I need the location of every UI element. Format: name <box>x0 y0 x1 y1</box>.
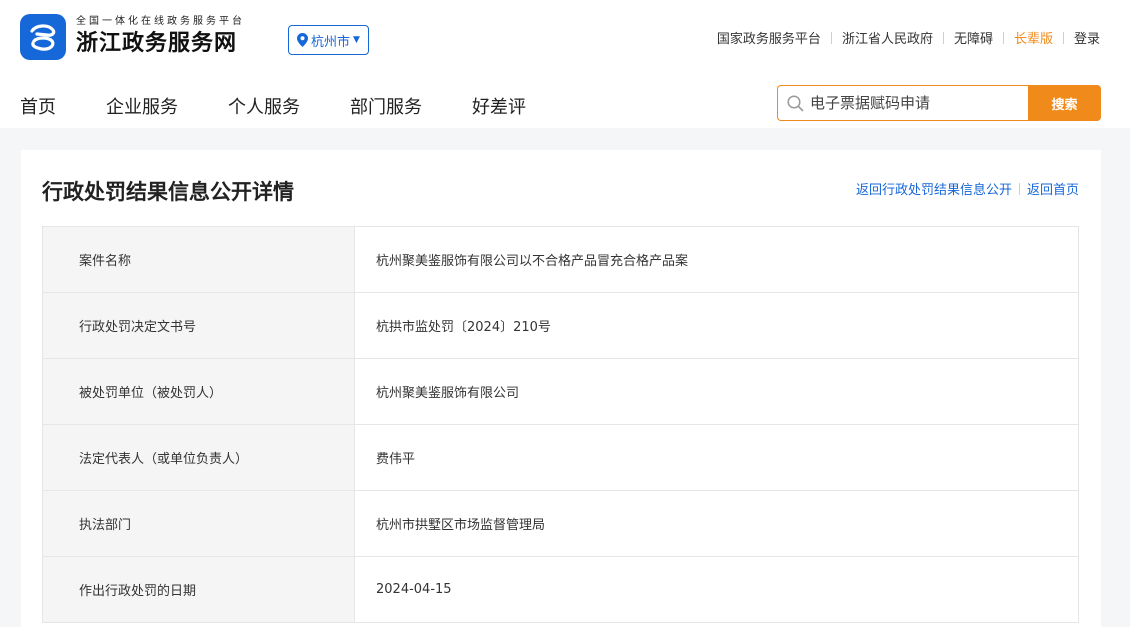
penalty-info-table: 案件名称 杭州聚美鉴服饰有限公司以不合格产品冒充合格产品案 行政处罚决定文书号 … <box>42 226 1079 623</box>
search-icon <box>787 94 804 111</box>
page-title: 行政处罚结果信息公开详情 <box>42 180 294 204</box>
row-value: 费伟平 <box>354 424 1079 491</box>
logo-title: 浙江政务服务网 <box>76 30 238 56</box>
city-label: 杭州市 <box>311 34 351 50</box>
row-label: 案件名称 <box>42 226 355 293</box>
row-label: 法定代表人（或单位负责人） <box>42 424 355 491</box>
link-elder-mode[interactable]: 长辈版 <box>1014 28 1053 47</box>
divider <box>1002 31 1004 44</box>
top-links: 国家政务服务平台 浙江省人民政府 无障碍 长辈版 登录 <box>717 28 1100 47</box>
nav-item-rating[interactable]: 好差评 <box>472 93 526 119</box>
logo-subtitle: 全国一体化在线政务服务平台 <box>76 16 245 27</box>
return-links: 返回行政处罚结果信息公开 返回首页 <box>856 179 1079 198</box>
row-value: 2024-04-15 <box>354 556 1079 623</box>
divider <box>1062 31 1064 44</box>
divider <box>830 31 832 44</box>
caret-down-icon: ▼ <box>353 35 360 45</box>
main-nav: 首页 企业服务 个人服务 部门服务 好差评 <box>20 93 576 119</box>
table-row: 行政处罚决定文书号 杭拱市监处罚〔2024〕210号 <box>42 292 1079 359</box>
row-label: 行政处罚决定文书号 <box>42 292 355 359</box>
nav-item-home[interactable]: 首页 <box>20 93 56 119</box>
detail-card: 行政处罚结果信息公开详情 返回行政处罚结果信息公开 返回首页 案件名称 杭州聚美… <box>21 150 1101 627</box>
table-row: 被处罚单位（被处罚人） 杭州聚美鉴服饰有限公司 <box>42 358 1079 425</box>
nav-item-enterprise[interactable]: 企业服务 <box>106 93 178 119</box>
nav-item-department[interactable]: 部门服务 <box>350 93 422 119</box>
row-label: 被处罚单位（被处罚人） <box>42 358 355 425</box>
nav-item-personal[interactable]: 个人服务 <box>228 93 300 119</box>
divider <box>942 31 944 44</box>
row-value: 杭州聚美鉴服饰有限公司以不合格产品冒充合格产品案 <box>354 226 1079 293</box>
link-accessibility[interactable]: 无障碍 <box>954 28 993 47</box>
site-header: 全国一体化在线政务服务平台 浙江政务服务网 杭州市 ▼ 国家政务服务平台 浙江省… <box>0 0 1130 128</box>
search-button[interactable]: 搜索 <box>1028 85 1101 121</box>
table-row: 案件名称 杭州聚美鉴服饰有限公司以不合格产品冒充合格产品案 <box>42 226 1079 293</box>
location-pin-icon <box>297 33 308 47</box>
link-provincial-government[interactable]: 浙江省人民政府 <box>842 28 933 47</box>
row-value: 杭州聚美鉴服饰有限公司 <box>354 358 1079 425</box>
row-value: 杭拱市监处罚〔2024〕210号 <box>354 292 1079 359</box>
table-row: 作出行政处罚的日期 2024-04-15 <box>42 556 1079 623</box>
city-selector[interactable]: 杭州市 ▼ <box>288 25 369 55</box>
row-label: 作出行政处罚的日期 <box>42 556 355 623</box>
row-label: 执法部门 <box>42 490 355 557</box>
zhejiang-logo-icon <box>20 14 66 60</box>
search-bar: 搜索 <box>777 85 1101 121</box>
link-back-to-home[interactable]: 返回首页 <box>1027 179 1079 198</box>
table-row: 执法部门 杭州市拱墅区市场监督管理局 <box>42 490 1079 557</box>
link-national-platform[interactable]: 国家政务服务平台 <box>717 28 821 47</box>
table-row: 法定代表人（或单位负责人） 费伟平 <box>42 424 1079 491</box>
search-input[interactable] <box>810 94 1020 112</box>
link-login[interactable]: 登录 <box>1074 28 1100 47</box>
divider <box>1018 182 1020 195</box>
search-box <box>777 85 1028 121</box>
site-logo[interactable]: 全国一体化在线政务服务平台 浙江政务服务网 <box>20 14 245 60</box>
link-back-to-list[interactable]: 返回行政处罚结果信息公开 <box>856 179 1012 198</box>
row-value: 杭州市拱墅区市场监督管理局 <box>354 490 1079 557</box>
